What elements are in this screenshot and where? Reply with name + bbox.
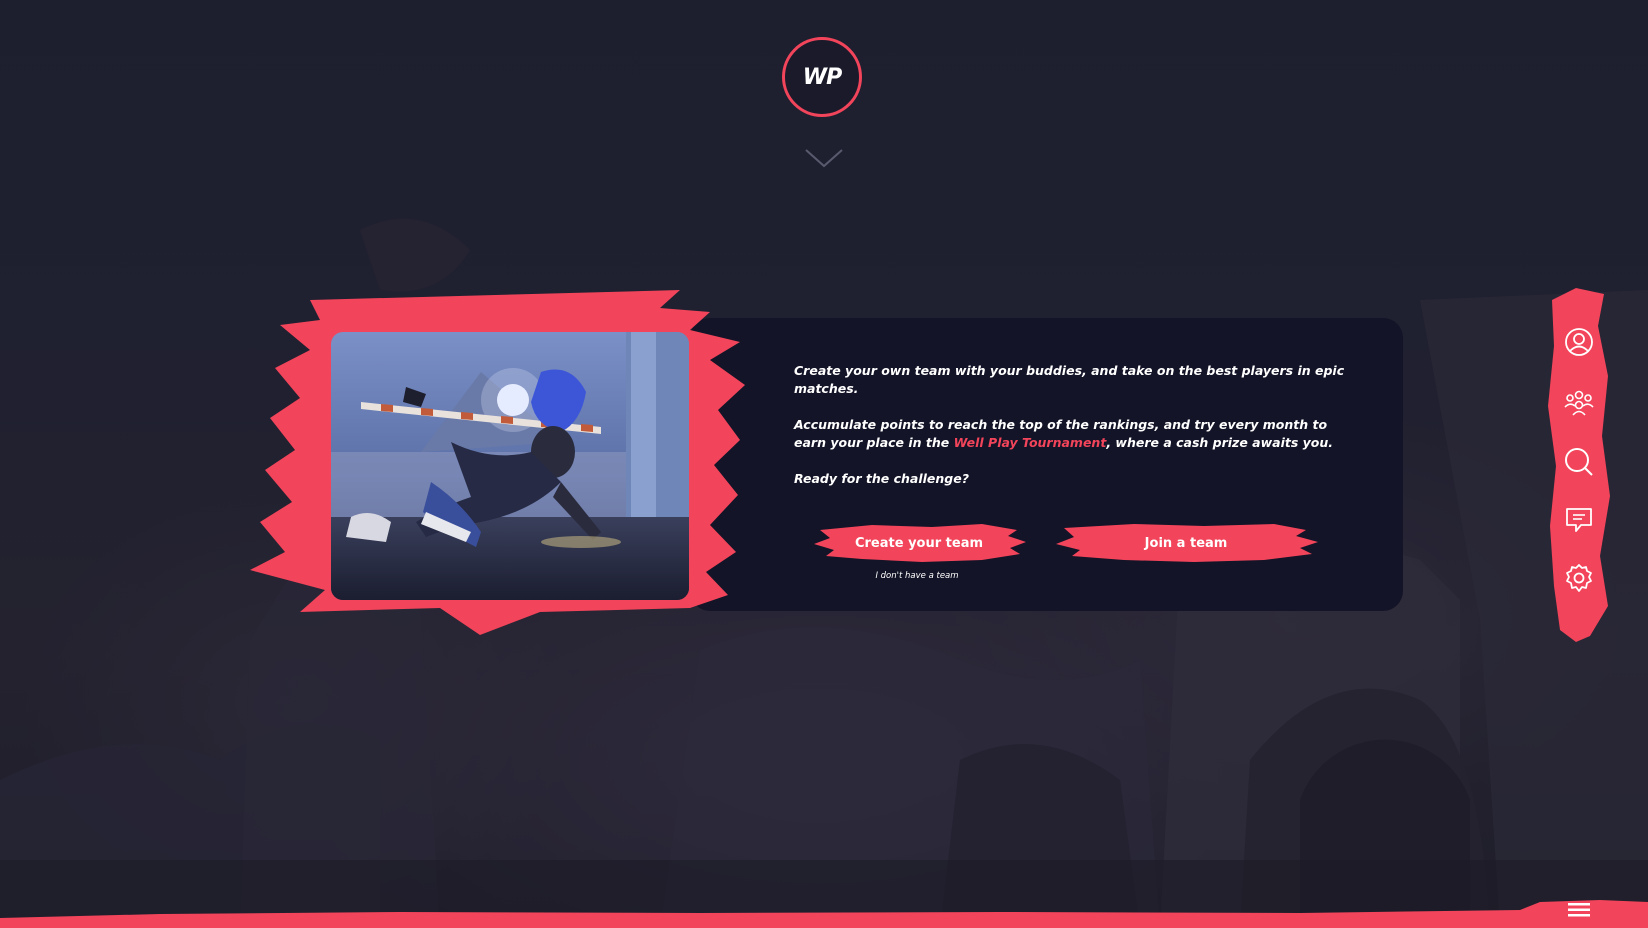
team-icon[interactable]: [1563, 386, 1595, 418]
hamburger-icon[interactable]: [1564, 898, 1594, 922]
site-logo[interactable]: WP: [782, 37, 862, 117]
tournament-link[interactable]: Well Play Tournament: [954, 435, 1107, 450]
join-team-label: Join a team: [1144, 535, 1228, 551]
page: WP Create your own team with your buddie…: [0, 0, 1648, 928]
chat-icon[interactable]: [1563, 504, 1595, 536]
intro-paragraph-3: Ready for the challenge?: [794, 471, 969, 486]
intro-paragraph-1: Create your own team with your buddies, …: [794, 363, 1345, 396]
settings-icon[interactable]: [1563, 562, 1595, 594]
create-team-button[interactable]: Create your team: [812, 522, 1026, 564]
intro-paragraph-2: Accumulate points to reach the top of th…: [794, 416, 1354, 452]
create-team-label: Create your team: [854, 535, 984, 551]
intro-paragraph-2-end: , where a cash prize awaits you.: [1106, 435, 1334, 450]
create-team-hint: I don't have a team: [875, 571, 959, 581]
chevron-down-icon[interactable]: [804, 148, 844, 170]
search-icon[interactable]: [1563, 446, 1595, 478]
join-team-button[interactable]: Join a team: [1054, 522, 1318, 564]
hero-image: [331, 332, 689, 600]
logo-text: WP: [802, 64, 842, 90]
intro-text: Create your own team with your buddies, …: [794, 362, 1354, 506]
bottom-brush-bar: [0, 900, 1648, 928]
profile-icon[interactable]: [1563, 326, 1595, 358]
side-nav: [1546, 286, 1612, 642]
